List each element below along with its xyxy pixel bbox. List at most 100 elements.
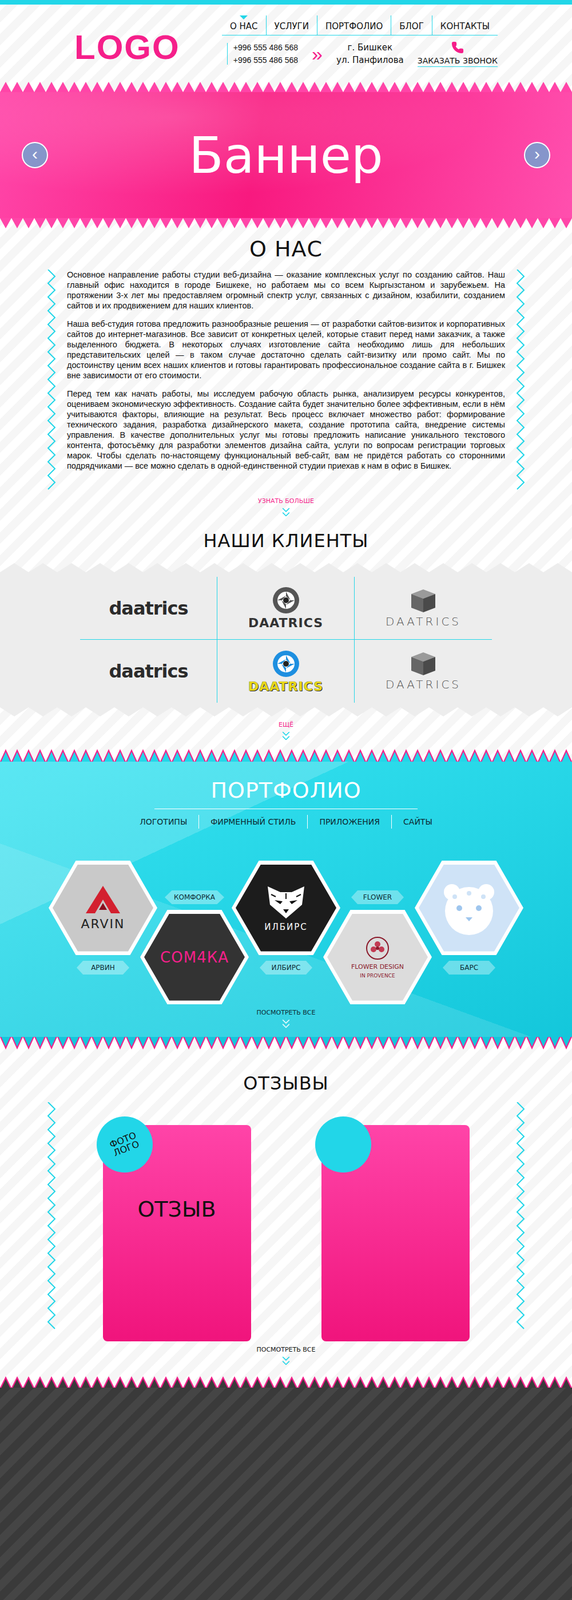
portfolio-tab[interactable]: ПРИЛОЖЕНИЯ bbox=[307, 814, 392, 829]
client-logo[interactable]: daatrics bbox=[80, 576, 218, 640]
footer-body bbox=[0, 1387, 572, 1600]
review-photo bbox=[315, 1115, 372, 1173]
banner-bottom-edge bbox=[0, 217, 572, 229]
portfolio-tab[interactable]: ФИРМЕННЫЙ СТИЛЬ bbox=[198, 814, 308, 829]
header-right: О НАСУСЛУГИПОРТФОЛИОБЛОГКОНТАКТЫ +996 555… bbox=[221, 15, 498, 67]
review-text: ОТЗЫВ bbox=[137, 1196, 216, 1341]
portfolio-logo bbox=[418, 864, 520, 952]
portfolio-tab[interactable]: САЙТЫ bbox=[391, 814, 444, 829]
review-photo: ФОТО ЛОГО bbox=[96, 1115, 153, 1173]
about-paragraph: Основное направление работы студии веб-д… bbox=[66, 269, 506, 311]
snow-leopard-face-icon bbox=[437, 879, 501, 937]
address-line: г. Бишкек bbox=[347, 42, 393, 53]
aperture-icon bbox=[271, 649, 301, 678]
portfolio-body: ПОРТФОЛИО ЛОГОТИПЫФИРМЕННЫЙ СТИЛЬПРИЛОЖЕН… bbox=[0, 761, 572, 1037]
review-cards: ФОТО ЛОГО ОТЗЫВ bbox=[102, 1124, 470, 1341]
portfolio-section: ПОРТФОЛИО ЛОГОТИПЫФИРМЕННЫЙ СТИЛЬПРИЛОЖЕН… bbox=[0, 748, 572, 1050]
portfolio-hex[interactable]: FLOWER DESIGNIN PROVENCE bbox=[323, 909, 432, 1004]
portfolio-logo: FLOWER DESIGNIN PROVENCE bbox=[327, 913, 428, 1001]
cube-icon bbox=[410, 650, 437, 677]
portfolio-bottom-edge bbox=[0, 1036, 572, 1050]
clients-band: daatricsDAATRICSDAATRICSdaatricsDAATRICS… bbox=[0, 562, 572, 717]
title-rule bbox=[154, 808, 418, 809]
phone-icon bbox=[451, 41, 464, 54]
double-chevron-icon bbox=[278, 728, 294, 744]
clients-grid: daatricsDAATRICSDAATRICSdaatricsDAATRICS… bbox=[80, 576, 492, 703]
nav-item[interactable]: КОНТАКТЫ bbox=[431, 15, 498, 35]
nav-item[interactable]: УСЛУГИ bbox=[265, 15, 317, 35]
banner: ‹Баннер› bbox=[0, 92, 572, 218]
side-zigzag-icon bbox=[46, 269, 57, 493]
double-chevron-icon bbox=[278, 504, 294, 520]
about-text: Основное направление работы студии веб-д… bbox=[66, 269, 506, 471]
portfolio-hex[interactable]: ИЛБИРС bbox=[231, 860, 341, 955]
main-nav: О НАСУСЛУГИПОРТФОЛИОБЛОГКОНТАКТЫ bbox=[221, 15, 498, 36]
portfolio-logo: ARVIN bbox=[52, 864, 154, 952]
portfolio-top-edge bbox=[0, 748, 572, 762]
portfolio-tab[interactable]: ЛОГОТИПЫ bbox=[128, 814, 199, 829]
nav-item[interactable]: БЛОГ bbox=[390, 15, 432, 35]
client-logo[interactable]: DAATRICS bbox=[354, 639, 492, 703]
review-card[interactable] bbox=[321, 1124, 470, 1341]
side-zigzag-icon bbox=[46, 1101, 57, 1331]
client-logo[interactable]: DAATRICS bbox=[217, 576, 355, 640]
double-chevron-icon bbox=[278, 1015, 294, 1031]
portfolio-logo: ИЛБИРС bbox=[235, 864, 337, 952]
portfolio-item: ARVIN АРВИН bbox=[48, 860, 158, 1004]
snow-leopard-mask-icon bbox=[263, 883, 309, 920]
about-paragraph: Перед тем как начать работы, мы исследуе… bbox=[66, 388, 506, 471]
clients-bottom-edge bbox=[0, 706, 572, 717]
portfolio-item: КОМФОРКА СОМ4КА bbox=[140, 860, 249, 1004]
client-logo[interactable]: daatrics bbox=[80, 639, 218, 703]
call-button[interactable]: ЗАКАЗАТЬ ЗВОНОК bbox=[417, 41, 498, 67]
logo[interactable]: LOGO bbox=[74, 27, 181, 67]
review-card[interactable]: ФОТО ЛОГО ОТЗЫВ bbox=[102, 1124, 252, 1341]
call-button-label: ЗАКАЗАТЬ ЗВОНОК bbox=[417, 56, 498, 67]
cube-icon bbox=[410, 588, 437, 614]
banner-next-button[interactable]: › bbox=[523, 141, 551, 169]
side-zigzag-icon bbox=[515, 269, 526, 493]
client-logo[interactable]: DAATRICS bbox=[217, 639, 355, 703]
portfolio-item: БАРС bbox=[414, 860, 524, 1004]
top-bar bbox=[0, 0, 572, 5]
banner-prev-button[interactable]: ‹ bbox=[21, 141, 49, 169]
about-paragraph: Наша веб-студия готова предложить разноо… bbox=[66, 318, 506, 381]
clients-body: daatricsDAATRICSDAATRICSdaatricsDAATRICS… bbox=[0, 572, 572, 707]
portfolio-label[interactable]: ИЛБИРС bbox=[259, 960, 313, 975]
portfolio-hex[interactable]: ARVIN bbox=[48, 860, 158, 955]
portfolio-label[interactable]: FLOWER bbox=[351, 890, 404, 904]
portfolio-label[interactable]: БАРС bbox=[442, 960, 496, 975]
scroll-chevron[interactable] bbox=[278, 728, 294, 744]
nav-item[interactable]: ПОРТФОЛИО bbox=[316, 15, 391, 35]
phone-number[interactable]: +996 555 486 568 bbox=[233, 55, 299, 65]
portfolio-tabs: ЛОГОТИПЫФИРМЕННЫЙ СТИЛЬПРИЛОЖЕНИЯСАЙТЫ bbox=[128, 814, 444, 829]
more-link[interactable]: ПОСМОТРЕТЬ ВСЕ bbox=[256, 1008, 316, 1016]
page: LOGOО НАСУСЛУГИПОРТФОЛИОБЛОГКОНТАКТЫ+996… bbox=[0, 0, 572, 1600]
more-link[interactable]: ПОСМОТРЕТЬ ВСЕ bbox=[256, 1345, 316, 1353]
section-title: ОТЗЫВЫ bbox=[243, 1071, 329, 1094]
side-zigzag-icon bbox=[515, 1101, 526, 1331]
scroll-chevron[interactable] bbox=[278, 504, 294, 520]
more-link[interactable]: ЕЩЁ bbox=[278, 720, 294, 729]
address-line: ул. Панфилова bbox=[336, 54, 404, 66]
portfolio-hex[interactable] bbox=[414, 860, 524, 955]
portfolio-label[interactable]: КОМФОРКА bbox=[164, 890, 225, 904]
client-logo[interactable]: DAATRICS bbox=[354, 576, 492, 640]
clients-section: НАШИ КЛИЕНТЫdaatricsDAATRICSDAATRICSdaat… bbox=[0, 519, 572, 744]
about-section: О НАСОсновное направление работы студии … bbox=[0, 228, 572, 520]
more-link[interactable]: УЗНАТЬ БОЛЬШЕ bbox=[257, 497, 315, 505]
review-photo-label: ФОТО ЛОГО bbox=[101, 1127, 148, 1161]
portfolio-label[interactable]: АРВИН bbox=[76, 960, 130, 975]
portfolio-logo: СОМ4КА bbox=[144, 913, 245, 1001]
contact-info: +996 555 486 568+996 555 486 568»г. Бишк… bbox=[227, 41, 498, 67]
reviews-row: ФОТО ЛОГО ОТЗЫВ bbox=[46, 1101, 526, 1341]
section-title: ПОРТФОЛИО bbox=[210, 777, 361, 803]
scroll-chevron[interactable] bbox=[278, 1352, 294, 1368]
footer bbox=[0, 1375, 572, 1600]
portfolio-hex[interactable]: СОМ4КА bbox=[140, 909, 249, 1004]
section-title: НАШИ КЛИЕНТЫ bbox=[203, 529, 369, 552]
scroll-chevron[interactable] bbox=[278, 1015, 294, 1031]
nav-item[interactable]: О НАС bbox=[221, 15, 266, 35]
phone-number[interactable]: +996 555 486 568 bbox=[233, 42, 299, 53]
portfolio-item: FLOWER FLOWER DESIGNIN PROVENCE bbox=[323, 860, 432, 1004]
